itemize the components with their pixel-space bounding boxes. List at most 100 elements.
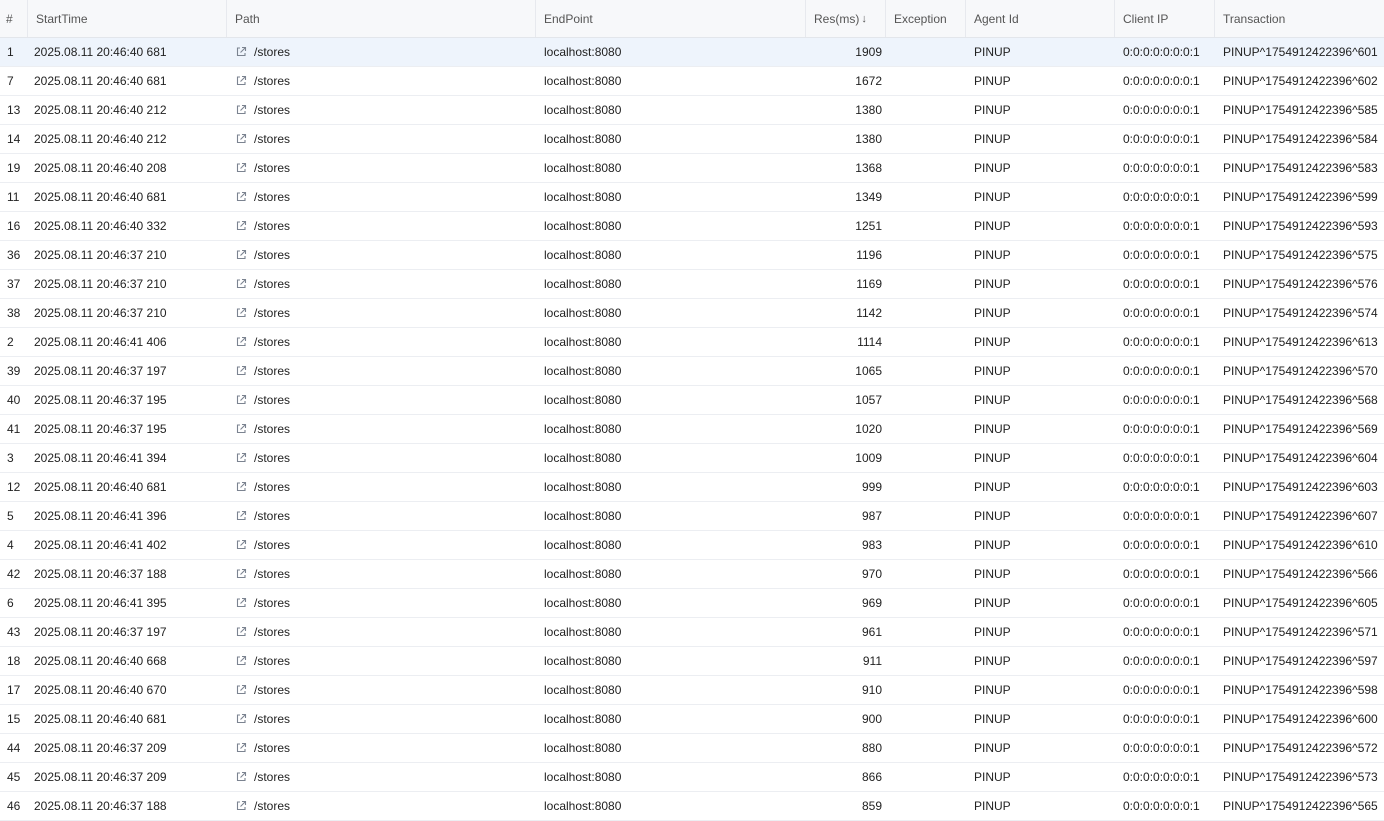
row-transaction: PINUP^1754912422396^602 — [1223, 74, 1378, 88]
external-link-icon[interactable] — [235, 365, 247, 377]
external-link-icon[interactable] — [235, 423, 247, 435]
external-link-icon[interactable] — [235, 191, 247, 203]
external-link-icon[interactable] — [235, 568, 247, 580]
column-header-index[interactable]: # — [0, 0, 28, 37]
table-row[interactable]: 2 2025.08.11 20:46:41 406/stores localhost… — [0, 328, 1384, 357]
sort-descending-icon: ↓ — [861, 12, 867, 25]
row-start-time: 2025.08.11 20:46:41 396 — [34, 509, 167, 523]
external-link-icon[interactable] — [235, 597, 247, 609]
external-link-icon[interactable] — [235, 307, 247, 319]
table-row[interactable]: 41 2025.08.11 20:46:37 195/stores localhos… — [0, 415, 1384, 444]
row-path: /stores — [254, 364, 291, 378]
row-path-cell: /stores — [227, 741, 536, 755]
row-path: /stores — [254, 451, 291, 465]
row-path: /stores — [254, 248, 291, 262]
row-agent-id: PINUP — [974, 161, 1011, 175]
external-link-icon[interactable] — [235, 539, 247, 551]
table-row[interactable]: 40 2025.08.11 20:46:37 195/stores localhos… — [0, 386, 1384, 415]
column-header-path[interactable]: Path — [227, 0, 536, 37]
row-endpoint: localhost:8080 — [544, 306, 622, 320]
table-row[interactable]: 39 2025.08.11 20:46:37 197/stores localhos… — [0, 357, 1384, 386]
row-endpoint: localhost:8080 — [544, 248, 622, 262]
table-row[interactable]: 5 2025.08.11 20:46:41 396/stores localhost… — [0, 502, 1384, 531]
row-endpoint: localhost:8080 — [544, 45, 622, 59]
external-link-icon[interactable] — [235, 162, 247, 174]
row-agent-id: PINUP — [974, 277, 1011, 291]
external-link-icon[interactable] — [235, 220, 247, 232]
table-row[interactable]: 15 2025.08.11 20:46:40 681/stores localhos… — [0, 705, 1384, 734]
table-row[interactable]: 7 2025.08.11 20:46:40 681/stores localhost… — [0, 67, 1384, 96]
grid-body: 1 2025.08.11 20:46:40 681/stores localhost… — [0, 38, 1384, 821]
row-transaction: PINUP^1754912422396^566 — [1223, 567, 1378, 581]
row-transaction: PINUP^1754912422396^568 — [1223, 393, 1378, 407]
external-link-icon[interactable] — [235, 46, 247, 58]
table-row[interactable]: 16 2025.08.11 20:46:40 332/stores localhos… — [0, 212, 1384, 241]
row-start-time: 2025.08.11 20:46:37 209 — [34, 741, 167, 755]
table-row[interactable]: 11 2025.08.11 20:46:40 681/stores localhos… — [0, 183, 1384, 212]
table-row[interactable]: 1 2025.08.11 20:46:40 681/stores localhost… — [0, 38, 1384, 67]
row-path: /stores — [254, 480, 291, 494]
external-link-icon[interactable] — [235, 452, 247, 464]
table-row[interactable]: 17 2025.08.11 20:46:40 670/stores localhos… — [0, 676, 1384, 705]
external-link-icon[interactable] — [235, 510, 247, 522]
row-endpoint: localhost:8080 — [544, 654, 622, 668]
column-header-exception[interactable]: Exception — [886, 0, 966, 37]
external-link-icon[interactable] — [235, 771, 247, 783]
table-row[interactable]: 36 2025.08.11 20:46:37 210/stores localhos… — [0, 241, 1384, 270]
external-link-icon[interactable] — [235, 278, 247, 290]
table-row[interactable]: 42 2025.08.11 20:46:37 188/stores localhos… — [0, 560, 1384, 589]
row-path-cell: /stores — [227, 567, 536, 581]
row-path-cell: /stores — [227, 45, 536, 59]
table-row[interactable]: 19 2025.08.11 20:46:40 208/stores localhos… — [0, 154, 1384, 183]
row-path-cell: /stores — [227, 364, 536, 378]
external-link-icon[interactable] — [235, 249, 247, 261]
row-client-ip: 0:0:0:0:0:0:0:1 — [1123, 596, 1200, 610]
row-path-cell: /stores — [227, 799, 536, 813]
row-res-ms: 970 — [861, 567, 882, 581]
row-index: 19 — [7, 161, 21, 175]
row-endpoint: localhost:8080 — [544, 625, 622, 639]
table-row[interactable]: 38 2025.08.11 20:46:37 210/stores localhos… — [0, 299, 1384, 328]
row-agent-id: PINUP — [974, 712, 1011, 726]
column-header-agent-id[interactable]: Agent Id — [966, 0, 1115, 37]
table-row[interactable]: 43 2025.08.11 20:46:37 197/stores localhos… — [0, 618, 1384, 647]
row-path-cell: /stores — [227, 596, 536, 610]
column-header-start-time[interactable]: StartTime — [28, 0, 227, 37]
table-row[interactable]: 13 2025.08.11 20:46:40 212/stores localhos… — [0, 96, 1384, 125]
row-path: /stores — [254, 306, 291, 320]
table-row[interactable]: 18 2025.08.11 20:46:40 668/stores localhos… — [0, 647, 1384, 676]
external-link-icon[interactable] — [235, 336, 247, 348]
external-link-icon[interactable] — [235, 800, 247, 812]
row-index: 44 — [7, 741, 21, 755]
external-link-icon[interactable] — [235, 684, 247, 696]
table-row[interactable]: 4 2025.08.11 20:46:41 402/stores localhost… — [0, 531, 1384, 560]
row-endpoint: localhost:8080 — [544, 567, 622, 581]
table-row[interactable]: 44 2025.08.11 20:46:37 209/stores localhos… — [0, 734, 1384, 763]
external-link-icon[interactable] — [235, 626, 247, 638]
row-client-ip: 0:0:0:0:0:0:0:1 — [1123, 277, 1200, 291]
row-client-ip: 0:0:0:0:0:0:0:1 — [1123, 567, 1200, 581]
table-row[interactable]: 6 2025.08.11 20:46:41 395/stores localhost… — [0, 589, 1384, 618]
table-row[interactable]: 14 2025.08.11 20:46:40 212/stores localhos… — [0, 125, 1384, 154]
row-start-time: 2025.08.11 20:46:37 197 — [34, 364, 167, 378]
table-row[interactable]: 3 2025.08.11 20:46:41 394/stores localhost… — [0, 444, 1384, 473]
row-res-ms: 1380 — [855, 132, 882, 146]
column-header-transaction[interactable]: Transaction — [1215, 0, 1384, 37]
external-link-icon[interactable] — [235, 713, 247, 725]
table-row[interactable]: 46 2025.08.11 20:46:37 188/stores localhos… — [0, 792, 1384, 821]
table-row[interactable]: 45 2025.08.11 20:46:37 209/stores localhos… — [0, 763, 1384, 792]
external-link-icon[interactable] — [235, 133, 247, 145]
external-link-icon[interactable] — [235, 104, 247, 116]
external-link-icon[interactable] — [235, 655, 247, 667]
row-client-ip: 0:0:0:0:0:0:0:1 — [1123, 538, 1200, 552]
column-header-endpoint[interactable]: EndPoint — [536, 0, 806, 37]
table-row[interactable]: 12 2025.08.11 20:46:40 681/stores localhos… — [0, 473, 1384, 502]
external-link-icon[interactable] — [235, 394, 247, 406]
external-link-icon[interactable] — [235, 481, 247, 493]
table-row[interactable]: 37 2025.08.11 20:46:37 210/stores localhos… — [0, 270, 1384, 299]
column-header-res-ms[interactable]: Res(ms) ↓ — [806, 0, 886, 37]
row-start-time: 2025.08.11 20:46:37 195 — [34, 422, 167, 436]
external-link-icon[interactable] — [235, 742, 247, 754]
external-link-icon[interactable] — [235, 75, 247, 87]
column-header-client-ip[interactable]: Client IP — [1115, 0, 1215, 37]
